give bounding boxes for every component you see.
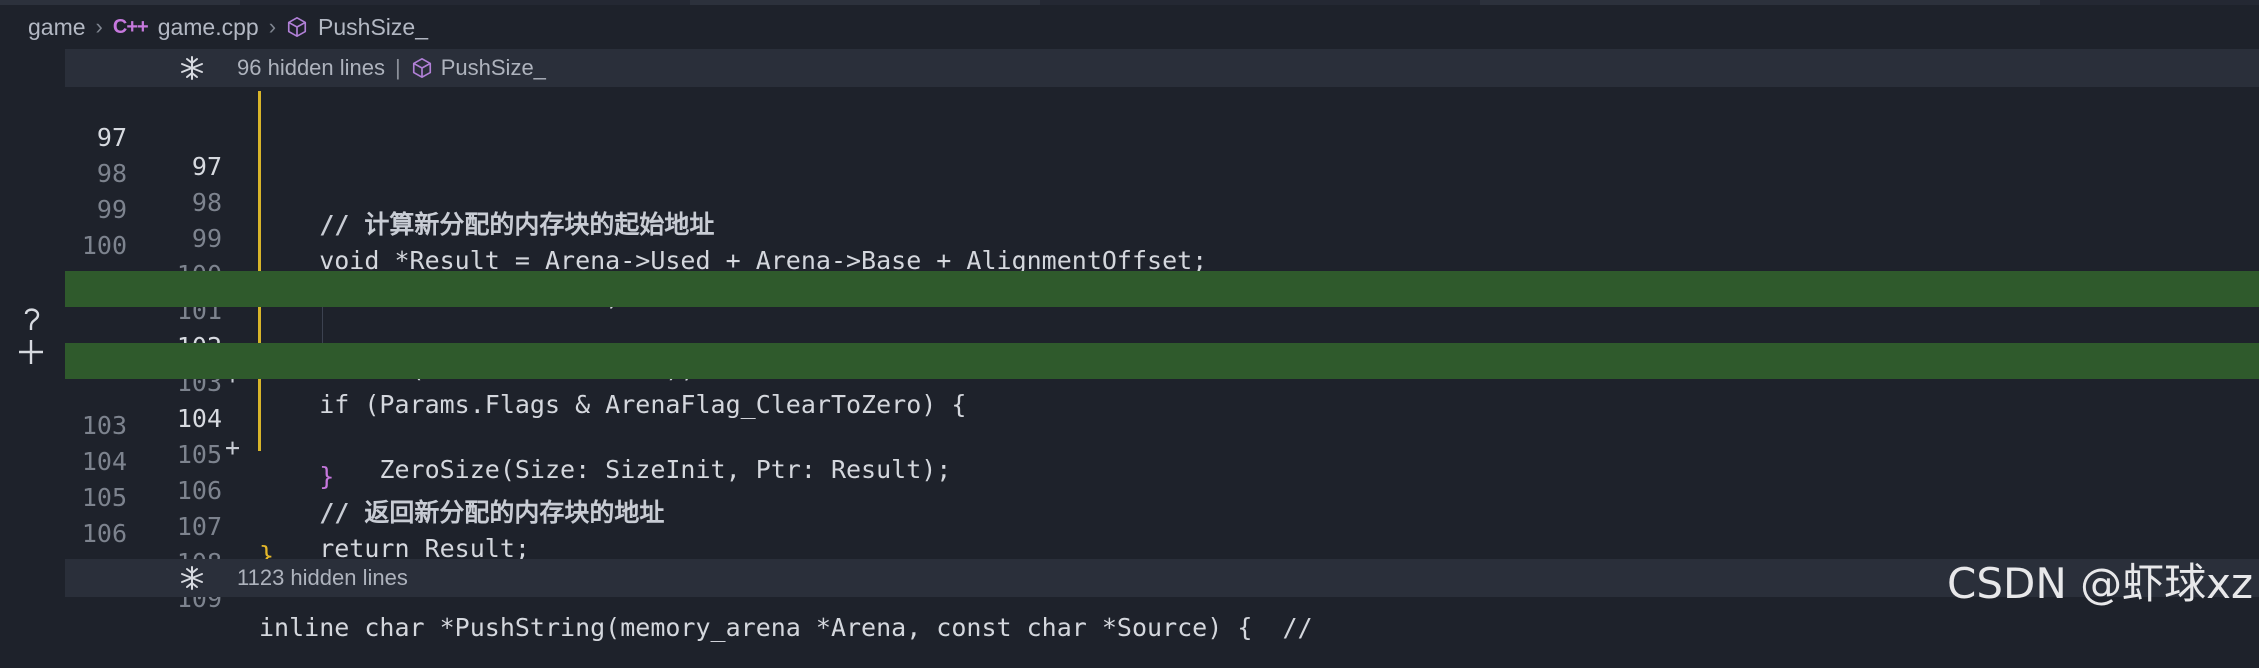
revert-change-icon[interactable]	[16, 306, 46, 366]
change-bar	[258, 379, 261, 415]
change-bar	[258, 199, 261, 235]
cpp-file-icon: C++	[112, 15, 149, 38]
indent-guide	[322, 307, 323, 343]
code-line-added[interactable]: 104 + }	[65, 343, 2259, 491]
hidden-lines-label: 1123 hidden lines	[237, 565, 408, 590]
code-line[interactable]: 99 99 Arena->Used += Size;	[65, 163, 2259, 311]
code-line[interactable]: 102 103 ZeroSize(Size: SizeInit, Ptr: Re…	[65, 307, 2259, 484]
separator: |	[395, 55, 401, 80]
code-text: inline char *PushString(memory_arena *Ar…	[259, 613, 1313, 642]
left-gutter	[0, 49, 65, 615]
fold-symbol: PushSize_	[411, 55, 546, 81]
symbol-method-icon	[412, 58, 431, 78]
symbol-method-icon	[287, 17, 307, 37]
code-line[interactable]: 101 101 Assert(Size >= SizeInit);	[65, 235, 2259, 383]
change-bar	[258, 307, 261, 343]
watermark: CSDN @虾球xz	[1947, 559, 2253, 608]
chevron-right-icon: ›	[268, 14, 277, 39]
fold-symbol-name: PushSize_	[440, 55, 546, 80]
diff-editor[interactable]: 97 97 // 计算新分配的内存块的起始地址 98 98 void *Resu…	[65, 91, 2259, 642]
change-bar	[258, 415, 261, 451]
breadcrumb-folder[interactable]: game	[28, 14, 86, 41]
code-line[interactable]: 97 97 // 计算新分配的内存块的起始地址	[65, 91, 2259, 239]
unfold-icon[interactable]	[179, 55, 205, 81]
code-line[interactable]: 98 98 void *Result = Arena->Used + Arena…	[65, 127, 2259, 275]
breadcrumb-file[interactable]: game.cpp	[158, 14, 259, 41]
code-line[interactable]: 107 109 inline char *PushString(memory_a…	[65, 523, 2259, 642]
code-line[interactable]: 100 100	[65, 199, 2259, 289]
breadcrumb: game › C++ game.cpp › PushSize_	[0, 5, 2259, 49]
hidden-lines-label: 96 hidden lines	[237, 55, 386, 80]
change-bar	[258, 91, 261, 127]
breadcrumb-symbol[interactable]: PushSize_	[318, 14, 428, 41]
folded-region-top[interactable]: 96 hidden lines | PushSize_	[65, 49, 2259, 87]
change-bar	[258, 163, 261, 199]
change-bar	[258, 235, 261, 271]
code-line-added[interactable]: 102 + if (Params.Flags & ArenaFlag_Clear…	[65, 271, 2259, 419]
code-line[interactable]: 105 107 }	[65, 451, 2259, 570]
change-bar	[258, 127, 261, 163]
code-line[interactable]: 104 106 return Result;	[65, 415, 2259, 563]
code-line[interactable]: 106 108	[65, 487, 2259, 577]
folded-region-bottom[interactable]: 1123 hidden lines	[65, 559, 2259, 597]
code-line[interactable]: 103 105 // 返回新分配的内存块的地址	[65, 379, 2259, 527]
unfold-icon[interactable]	[179, 565, 205, 591]
chevron-right-icon: ›	[95, 14, 103, 39]
